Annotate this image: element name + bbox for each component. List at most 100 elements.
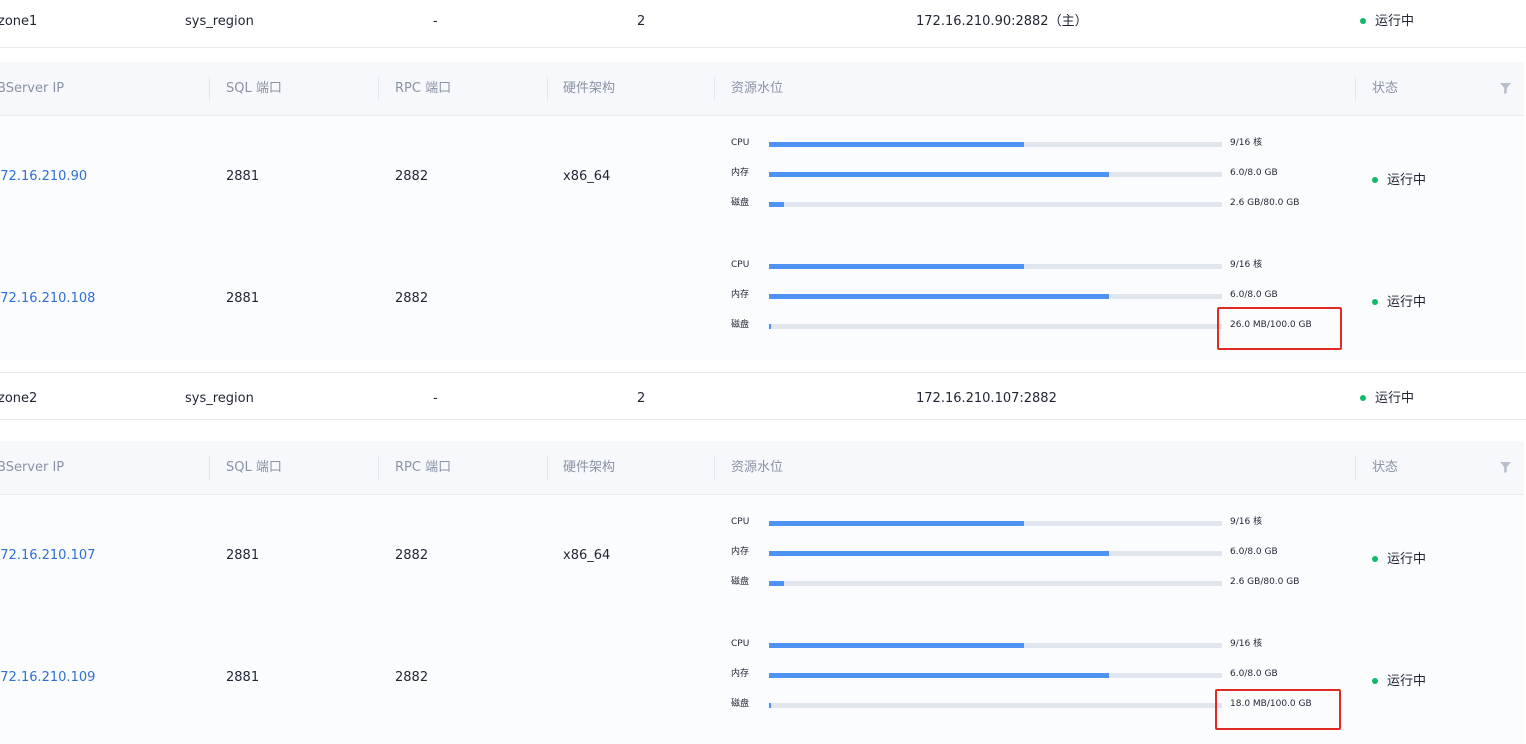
header-divider bbox=[714, 77, 715, 101]
header-status: 状态 bbox=[1372, 81, 1399, 96]
header-divider bbox=[378, 456, 379, 480]
resource-label: 磁盘 bbox=[731, 577, 750, 587]
resource-disk: 磁盘 2.6 GB/80.0 GB bbox=[731, 576, 1331, 590]
resource-value: 26.0 MB/100.0 GB bbox=[1230, 320, 1312, 330]
header-sql-port: SQL 端口 bbox=[226, 81, 282, 96]
resource-value: 6.0/8.0 GB bbox=[1230, 290, 1278, 300]
zone-server-count: 2 bbox=[637, 391, 646, 406]
resource-track bbox=[769, 294, 1222, 299]
resource-fill bbox=[769, 551, 1109, 556]
server-status-text: 运行中 bbox=[1387, 674, 1427, 689]
resource-cpu: CPU 9/16 核 bbox=[731, 137, 1331, 151]
header-ip: BServer IP bbox=[0, 81, 65, 96]
resource-fill bbox=[769, 673, 1109, 678]
resource-memory: 内存 6.0/8.0 GB bbox=[731, 289, 1331, 303]
resource-label: CPU bbox=[731, 639, 750, 649]
resource-fill bbox=[769, 581, 784, 586]
resource-track bbox=[769, 551, 1222, 556]
resource-value: 9/16 核 bbox=[1230, 639, 1263, 649]
resource-fill bbox=[769, 264, 1024, 269]
resource-label: 磁盘 bbox=[731, 320, 750, 330]
server-ip-link[interactable]: 172.16.210.107 bbox=[0, 495, 95, 617]
resource-cpu: CPU 9/16 核 bbox=[731, 516, 1331, 530]
filter-icon[interactable] bbox=[1500, 462, 1511, 473]
zone-status-text: 运行中 bbox=[1375, 14, 1415, 29]
resource-label: 内存 bbox=[731, 547, 750, 557]
status-dot-icon bbox=[1372, 677, 1378, 684]
server-table-zone1: BServer IP SQL 端口 RPC 端口 硬件架构 资源水位 状态 17… bbox=[0, 62, 1524, 360]
server-status-text: 运行中 bbox=[1387, 295, 1427, 310]
header-divider bbox=[714, 456, 715, 480]
server-arch: x86_64 bbox=[563, 169, 611, 184]
server-status: 运行中 bbox=[1372, 169, 1426, 188]
resource-fill bbox=[769, 172, 1109, 177]
header-ip: BServer IP bbox=[0, 460, 65, 475]
server-row: 172.16.210.109 2881 2882 CPU 9/16 核 内存 6… bbox=[0, 617, 1524, 739]
resource-disk: 磁盘 26.0 MB/100.0 GB bbox=[731, 319, 1331, 333]
zone-name: zone2 bbox=[0, 391, 38, 406]
resource-value: 6.0/8.0 GB bbox=[1230, 168, 1278, 178]
server-sql-port: 2881 bbox=[226, 670, 260, 685]
resource-track bbox=[769, 172, 1222, 177]
zone-region: sys_region bbox=[185, 391, 254, 406]
resource-label: 磁盘 bbox=[731, 699, 750, 709]
resource-fill bbox=[769, 294, 1109, 299]
server-status-text: 运行中 bbox=[1387, 552, 1427, 567]
zone-name: zone1 bbox=[0, 14, 38, 29]
header-divider bbox=[209, 456, 210, 480]
server-table-zone2: BServer IP SQL 端口 RPC 端口 硬件架构 资源水位 状态 17… bbox=[0, 441, 1524, 744]
resource-value: 9/16 核 bbox=[1230, 517, 1263, 527]
zone-status: 运行中 bbox=[1360, 0, 1414, 48]
resource-fill bbox=[769, 521, 1024, 526]
header-divider bbox=[1355, 456, 1356, 480]
server-table-header: BServer IP SQL 端口 RPC 端口 硬件架构 资源水位 状态 bbox=[0, 441, 1524, 495]
resource-value: 2.6 GB/80.0 GB bbox=[1230, 577, 1300, 587]
resource-label: 内存 bbox=[731, 168, 750, 178]
zone-root-service: 172.16.210.90:2882（主） bbox=[916, 14, 1088, 29]
header-resources: 资源水位 bbox=[731, 81, 784, 96]
resource-memory: 内存 6.0/8.0 GB bbox=[731, 546, 1331, 560]
resource-label: CPU bbox=[731, 138, 750, 148]
server-rpc-port: 2882 bbox=[395, 291, 429, 306]
resource-label: 磁盘 bbox=[731, 198, 750, 208]
header-divider bbox=[209, 77, 210, 101]
resource-cpu: CPU 9/16 核 bbox=[731, 638, 1331, 652]
server-status: 运行中 bbox=[1372, 670, 1426, 689]
server-sql-port: 2881 bbox=[226, 291, 260, 306]
resource-label: CPU bbox=[731, 260, 750, 270]
resource-value: 9/16 核 bbox=[1230, 138, 1263, 148]
server-table-header: BServer IP SQL 端口 RPC 端口 硬件架构 资源水位 状态 bbox=[0, 62, 1524, 116]
resource-value: 2.6 GB/80.0 GB bbox=[1230, 198, 1300, 208]
resource-memory: 内存 6.0/8.0 GB bbox=[731, 668, 1331, 682]
zone-idc: - bbox=[433, 14, 438, 29]
resource-memory: 内存 6.0/8.0 GB bbox=[731, 167, 1331, 181]
resource-label: 内存 bbox=[731, 669, 750, 679]
header-resources: 资源水位 bbox=[731, 460, 784, 475]
resource-label: CPU bbox=[731, 517, 750, 527]
resource-value: 9/16 核 bbox=[1230, 260, 1263, 270]
header-sql-port: SQL 端口 bbox=[226, 460, 282, 475]
resource-fill bbox=[769, 202, 784, 207]
zone-status-text: 运行中 bbox=[1375, 391, 1415, 406]
server-sql-port: 2881 bbox=[226, 169, 260, 184]
status-dot-icon bbox=[1360, 394, 1366, 401]
resource-value: 6.0/8.0 GB bbox=[1230, 547, 1278, 557]
server-ip-link[interactable]: 172.16.210.109 bbox=[0, 617, 95, 739]
resource-track bbox=[769, 264, 1222, 269]
server-ip-link[interactable]: 172.16.210.90 bbox=[0, 116, 87, 238]
server-ip-link[interactable]: 172.16.210.108 bbox=[0, 238, 95, 360]
status-dot-icon bbox=[1372, 298, 1378, 305]
header-divider bbox=[1355, 77, 1356, 101]
zone-status: 运行中 bbox=[1360, 377, 1414, 425]
filter-icon[interactable] bbox=[1500, 83, 1511, 94]
server-status: 运行中 bbox=[1372, 548, 1426, 567]
resource-value: 18.0 MB/100.0 GB bbox=[1230, 699, 1312, 709]
header-divider bbox=[378, 77, 379, 101]
header-status: 状态 bbox=[1372, 460, 1399, 475]
resource-track bbox=[769, 202, 1222, 207]
header-rpc-port: RPC 端口 bbox=[395, 460, 452, 475]
zone-root-service: 172.16.210.107:2882 bbox=[916, 391, 1057, 406]
header-divider bbox=[547, 77, 548, 101]
resource-track bbox=[769, 673, 1222, 678]
resource-disk: 磁盘 18.0 MB/100.0 GB bbox=[731, 698, 1331, 712]
